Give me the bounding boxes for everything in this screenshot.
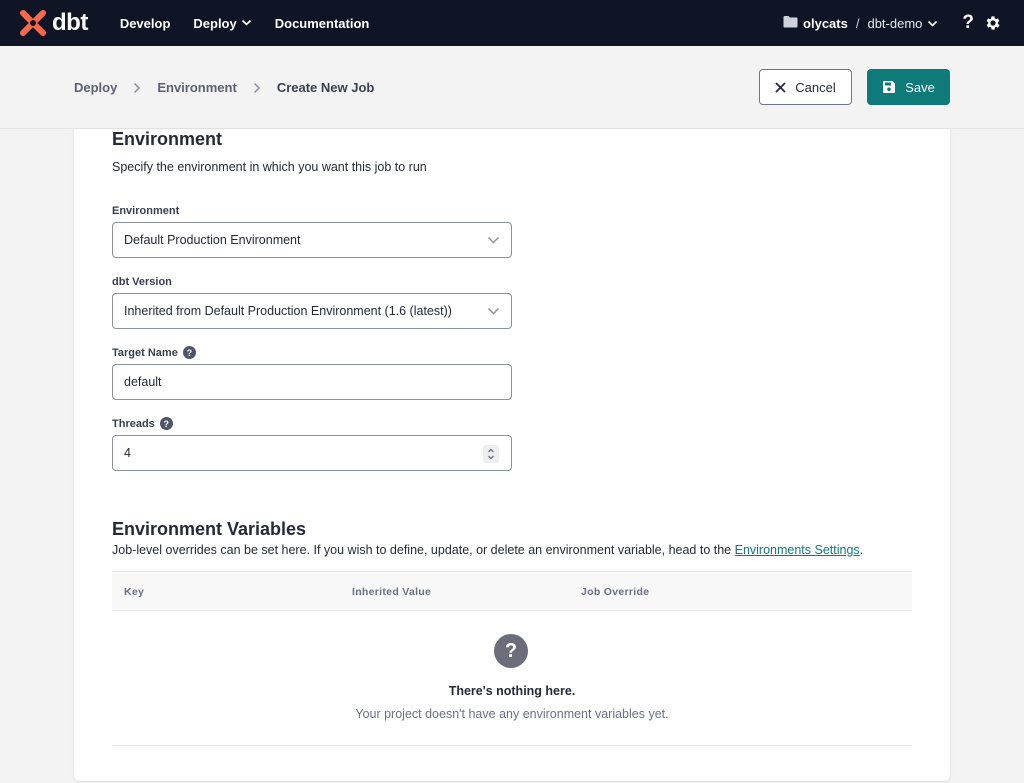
- chevron-down-icon: [241, 16, 252, 31]
- env-vars-section-title: Environment Variables: [112, 519, 307, 539]
- dbt-version-select-value: Inherited from Default Production Enviro…: [124, 304, 452, 318]
- dbt-version-label-text: dbt Version: [112, 276, 172, 288]
- question-circle-icon: ?: [494, 634, 528, 668]
- environment-section-title: Environment: [112, 129, 223, 149]
- target-name-value: default: [124, 375, 162, 389]
- nav-deploy[interactable]: Deploy: [193, 16, 251, 31]
- column-header-job-override: Job Override: [581, 586, 650, 598]
- environment-label: Environment: [112, 205, 179, 217]
- environments-settings-link[interactable]: Environments Settings: [735, 543, 860, 557]
- environment-label-text: Environment: [112, 205, 180, 217]
- chevron-down-icon: [927, 18, 938, 29]
- cancel-button[interactable]: Cancel: [759, 69, 852, 105]
- env-vars-description-text: Job-level overrides can be set here. If …: [112, 543, 735, 557]
- save-button[interactable]: Save: [867, 69, 950, 105]
- empty-state: ? There's nothing here. Your project doe…: [112, 611, 912, 746]
- environment-select[interactable]: Default Production Environment: [112, 222, 512, 258]
- threads-label-text: Threads: [112, 417, 155, 430]
- nav-develop[interactable]: Develop: [120, 16, 171, 31]
- chevron-down-icon: [487, 306, 500, 316]
- dbt-version-label: dbt Version: [112, 276, 172, 288]
- breadcrumb-create-new-job: Create New Job: [276, 80, 375, 95]
- logo-text: dbt: [52, 9, 88, 36]
- save-button-label: Save: [905, 79, 935, 95]
- top-nav: dbt Develop Deploy Documentation olycats…: [0, 0, 1024, 46]
- target-name-label-text: Target Name: [112, 346, 178, 359]
- table-header: Key Inherited Value Job Override: [112, 571, 912, 611]
- account-separator: /: [855, 15, 860, 31]
- job-form-card: Environment Specify the environment in w…: [74, 129, 950, 781]
- nav-documentation-label: Documentation: [274, 15, 370, 31]
- env-vars-section-description: Job-level overrides can be set here. If …: [112, 543, 863, 557]
- number-stepper[interactable]: [483, 445, 499, 463]
- save-icon: [882, 80, 896, 94]
- empty-state-title: There's nothing here.: [448, 684, 576, 698]
- threads-label: Threads ?: [112, 417, 173, 430]
- breadcrumb-deploy[interactable]: Deploy: [74, 80, 117, 95]
- breadcrumb: Deploy Environment Create New Job: [74, 80, 374, 95]
- cancel-button-label: Cancel: [795, 79, 836, 95]
- dbt-logo-icon: [20, 10, 46, 36]
- nav-documentation[interactable]: Documentation: [275, 16, 370, 31]
- target-name-input[interactable]: default: [112, 364, 512, 400]
- account-selector[interactable]: olycats / dbt-demo: [783, 15, 938, 31]
- dbt-logo[interactable]: dbt: [20, 9, 88, 37]
- environment-section-description: Specify the environment in which you wan…: [112, 160, 427, 174]
- org-name: olycats: [803, 15, 848, 31]
- help-icon[interactable]: ?: [962, 12, 974, 34]
- dbt-version-select[interactable]: Inherited from Default Production Enviro…: [112, 293, 512, 329]
- close-icon: [775, 81, 786, 93]
- empty-state-description: Your project doesn't have any environmen…: [355, 707, 669, 721]
- nav-develop-label: Develop: [119, 15, 171, 31]
- chevron-right-icon: [133, 82, 141, 94]
- folder-icon: [783, 15, 798, 31]
- environment-select-value: Default Production Environment: [124, 233, 301, 247]
- env-vars-description-end: .: [859, 543, 864, 557]
- help-circle-icon[interactable]: ?: [182, 346, 196, 359]
- threads-input[interactable]: 4: [112, 435, 512, 471]
- threads-value: 4: [124, 446, 131, 460]
- help-circle-icon[interactable]: ?: [159, 417, 173, 430]
- page-header: Deploy Environment Create New Job Cancel…: [0, 46, 1024, 129]
- project-name: dbt-demo: [867, 15, 923, 31]
- breadcrumb-environment[interactable]: Environment: [157, 80, 236, 95]
- gear-icon[interactable]: [984, 14, 1002, 32]
- nav-deploy-label: Deploy: [193, 15, 237, 31]
- column-header-key: Key: [124, 586, 145, 598]
- env-vars-table: Key Inherited Value Job Override ? There…: [112, 571, 912, 746]
- chevron-right-icon: [253, 82, 261, 94]
- chevron-down-icon: [487, 235, 500, 245]
- target-name-label: Target Name ?: [112, 346, 196, 359]
- column-header-inherited-value: Inherited Value: [352, 586, 432, 598]
